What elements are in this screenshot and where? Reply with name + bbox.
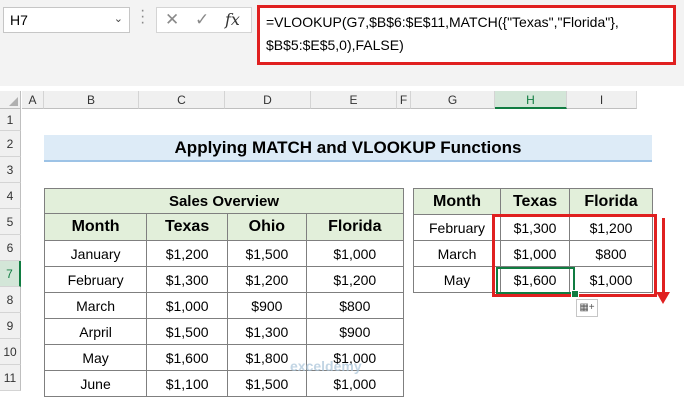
- sales-cell[interactable]: $1,000: [146, 292, 229, 319]
- sales-cell[interactable]: $900: [227, 292, 307, 319]
- table-row: Arpril $1,500 $1,300 $900: [43, 318, 405, 345]
- table-row: March $1,000 $900 $800: [43, 292, 405, 319]
- row-header-9[interactable]: 9: [0, 313, 21, 339]
- table-row: February $1,300 $1,200 $1,200: [43, 266, 405, 293]
- row-header-10[interactable]: 10: [0, 339, 21, 365]
- column-header-g[interactable]: G: [411, 91, 495, 109]
- check-icon[interactable]: ✓: [195, 10, 209, 30]
- column-header-d[interactable]: D: [225, 91, 311, 109]
- row-header-2[interactable]: 2: [0, 131, 21, 157]
- row-header-8[interactable]: 8: [0, 287, 21, 313]
- sales-cell[interactable]: $800: [305, 292, 405, 319]
- chevron-down-icon[interactable]: ⌄: [114, 12, 123, 25]
- result-cell[interactable]: March: [412, 240, 502, 267]
- sales-cell[interactable]: $1,300: [227, 318, 307, 345]
- column-header-f[interactable]: F: [397, 91, 411, 109]
- name-box-value: H7: [10, 12, 28, 28]
- sales-cell[interactable]: February: [43, 266, 148, 293]
- sales-cell[interactable]: $900: [305, 318, 405, 345]
- formula-input[interactable]: =VLOOKUP(G7,$B$6:$E$11,MATCH({"Texas","F…: [257, 5, 676, 65]
- insert-function-icon[interactable]: fx: [225, 10, 240, 29]
- result-header-cell: Texas: [500, 188, 571, 215]
- row-header-6[interactable]: 6: [0, 235, 21, 261]
- name-box[interactable]: H7 ⌄: [3, 7, 130, 33]
- result-header-cell: Month: [412, 188, 502, 215]
- sales-header-cell: Ohio: [227, 213, 307, 241]
- row-header-11[interactable]: 11: [0, 365, 21, 391]
- sales-cell[interactable]: $1,500: [146, 318, 229, 345]
- row-header-7[interactable]: 7: [0, 261, 21, 287]
- sales-header-cell: Month: [43, 213, 148, 241]
- paste-options-icon[interactable]: ▦+: [576, 299, 598, 317]
- formula-bar-area: H7 ⌄ · · · ✕ ✓ fx =VLOOKUP(G7,$B$6:$E$11,M…: [0, 0, 684, 86]
- select-all-button[interactable]: [0, 91, 21, 109]
- table-row: June $1,100 $1,500 $1,000: [43, 370, 405, 397]
- column-header-i[interactable]: I: [567, 91, 637, 109]
- selected-cell-h7[interactable]: [496, 267, 575, 294]
- sales-cell[interactable]: $1,200: [146, 240, 229, 267]
- sales-header-cell: Texas: [146, 213, 229, 241]
- sales-cell[interactable]: $1,000: [305, 240, 405, 267]
- arrow-head-icon: [656, 292, 670, 304]
- sales-cell[interactable]: $1,300: [146, 266, 229, 293]
- column-header-e[interactable]: E: [311, 91, 397, 109]
- sales-cell[interactable]: $1,200: [305, 266, 405, 293]
- sales-cell[interactable]: $1,000: [305, 370, 405, 397]
- column-header-h[interactable]: H: [495, 91, 567, 109]
- result-cell[interactable]: February: [412, 214, 502, 241]
- column-header-c[interactable]: C: [139, 91, 225, 109]
- sales-cell[interactable]: $1,100: [146, 370, 229, 397]
- row-header-4[interactable]: 4: [0, 183, 21, 209]
- sheet-title: Applying MATCH and VLOOKUP Functions: [44, 135, 652, 162]
- more-icon: · · ·: [140, 2, 146, 31]
- row-header-1[interactable]: 1: [0, 109, 21, 131]
- down-arrow-icon: [662, 218, 665, 294]
- column-header-b[interactable]: B: [44, 91, 139, 109]
- row-header-3[interactable]: 3: [0, 157, 21, 183]
- sales-cell[interactable]: $1,600: [146, 344, 229, 371]
- sales-cell[interactable]: January: [43, 240, 148, 267]
- row-header-5[interactable]: 5: [0, 209, 21, 235]
- sales-cell[interactable]: March: [43, 292, 148, 319]
- formula-buttons: ✕ ✓ fx: [156, 7, 252, 33]
- sales-caption: Sales Overview: [44, 188, 404, 214]
- sales-cell[interactable]: $1,500: [227, 370, 307, 397]
- result-cell[interactable]: May: [412, 266, 502, 293]
- watermark: exceldemy: [290, 358, 362, 374]
- column-header-a[interactable]: A: [22, 91, 44, 109]
- cancel-icon[interactable]: ✕: [165, 10, 179, 30]
- table-row: January $1,200 $1,500 $1,000: [43, 240, 405, 267]
- sales-cell[interactable]: May: [43, 344, 148, 371]
- sales-header-cell: Florida: [305, 213, 405, 241]
- fill-handle[interactable]: [571, 290, 579, 298]
- sales-cell[interactable]: $1,500: [227, 240, 307, 267]
- sales-cell[interactable]: Arpril: [43, 318, 148, 345]
- result-header-cell: Florida: [569, 188, 653, 215]
- sales-cell[interactable]: $1,200: [227, 266, 307, 293]
- sales-cell[interactable]: June: [43, 370, 148, 397]
